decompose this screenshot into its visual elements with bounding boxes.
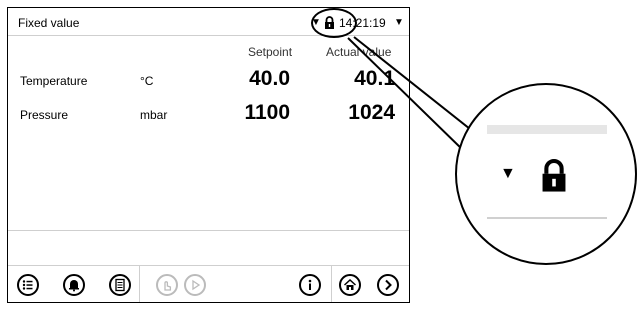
- zoom-callout: ▼: [455, 83, 637, 265]
- zoomed-lock-icon: [542, 159, 566, 192]
- zoomed-divider: [487, 217, 607, 219]
- zoomed-arrow-icon: ▼: [500, 165, 516, 182]
- zoomed-header-bar: [487, 125, 607, 134]
